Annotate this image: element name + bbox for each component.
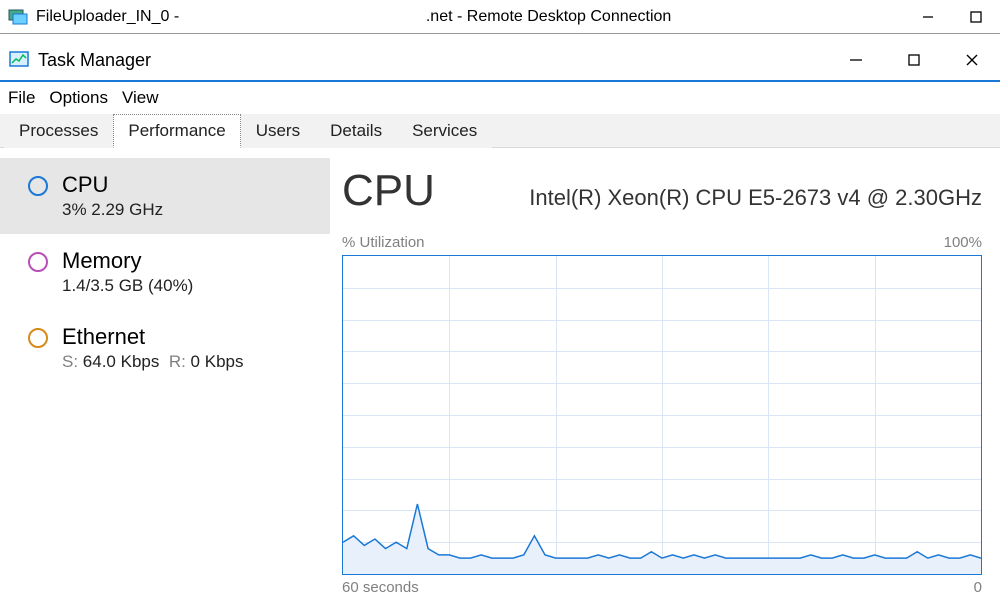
- sidebar-item-ethernet[interactable]: Ethernet S: 64.0 Kbps R: 0 Kbps: [0, 310, 330, 386]
- eth-s-label: S:: [62, 352, 78, 371]
- close-button[interactable]: [960, 48, 984, 72]
- tab-performance[interactable]: Performance: [113, 114, 240, 148]
- rdp-title-center: .net - Remote Desktop Connection: [179, 8, 918, 26]
- cpu-model: Intel(R) Xeon(R) CPU E5-2673 v4 @ 2.30GH…: [529, 185, 982, 211]
- tab-processes[interactable]: Processes: [4, 114, 113, 148]
- tab-details[interactable]: Details: [315, 114, 397, 148]
- sidebar-cpu-title: CPU: [62, 172, 163, 198]
- x-axis-label-left: 60 seconds: [342, 579, 419, 596]
- page-title: CPU: [342, 166, 435, 216]
- rdp-title-left: FileUploader_IN_0 -: [36, 8, 179, 26]
- eth-r-value: 0 Kbps: [191, 352, 244, 371]
- task-manager-titlebar: Task Manager: [0, 40, 1000, 82]
- rdp-titlebar: FileUploader_IN_0 - .net - Remote Deskto…: [0, 0, 1000, 34]
- rdp-maximize-button[interactable]: [966, 7, 986, 27]
- menubar: File Options View: [0, 82, 1000, 114]
- x-axis-label-right: 0: [974, 579, 982, 596]
- maximize-button[interactable]: [902, 48, 926, 72]
- task-manager-icon: [8, 49, 30, 71]
- tab-services[interactable]: Services: [397, 114, 492, 148]
- menu-file[interactable]: File: [8, 88, 35, 108]
- perf-main: CPU Intel(R) Xeon(R) CPU E5-2673 v4 @ 2.…: [330, 148, 1000, 611]
- memory-circle-icon: [28, 252, 48, 272]
- ethernet-circle-icon: [28, 328, 48, 348]
- sidebar-ethernet-sub: S: 64.0 Kbps R: 0 Kbps: [62, 352, 243, 372]
- menu-view[interactable]: View: [122, 88, 159, 108]
- eth-r-label: R:: [169, 352, 186, 371]
- minimize-button[interactable]: [844, 48, 868, 72]
- y-axis-label-right: 100%: [944, 234, 982, 251]
- task-manager-title: Task Manager: [38, 50, 844, 71]
- sidebar-ethernet-title: Ethernet: [62, 324, 243, 350]
- sidebar-item-memory[interactable]: Memory 1.4/3.5 GB (40%): [0, 234, 330, 310]
- sidebar-item-cpu[interactable]: CPU 3% 2.29 GHz: [0, 158, 330, 234]
- menu-options[interactable]: Options: [49, 88, 108, 108]
- perf-sidebar: CPU 3% 2.29 GHz Memory 1.4/3.5 GB (40%) …: [0, 148, 330, 611]
- y-axis-label-left: % Utilization: [342, 234, 425, 251]
- eth-s-value: 64.0 Kbps: [83, 352, 160, 371]
- cpu-chart: [342, 255, 982, 575]
- remote-desktop-icon: [8, 9, 28, 25]
- sidebar-memory-title: Memory: [62, 248, 193, 274]
- sidebar-cpu-sub: 3% 2.29 GHz: [62, 200, 163, 220]
- cpu-circle-icon: [28, 176, 48, 196]
- sidebar-memory-sub: 1.4/3.5 GB (40%): [62, 276, 193, 296]
- tabstrip: Processes Performance Users Details Serv…: [0, 114, 1000, 148]
- tab-users[interactable]: Users: [241, 114, 315, 148]
- rdp-minimize-button[interactable]: [918, 7, 938, 27]
